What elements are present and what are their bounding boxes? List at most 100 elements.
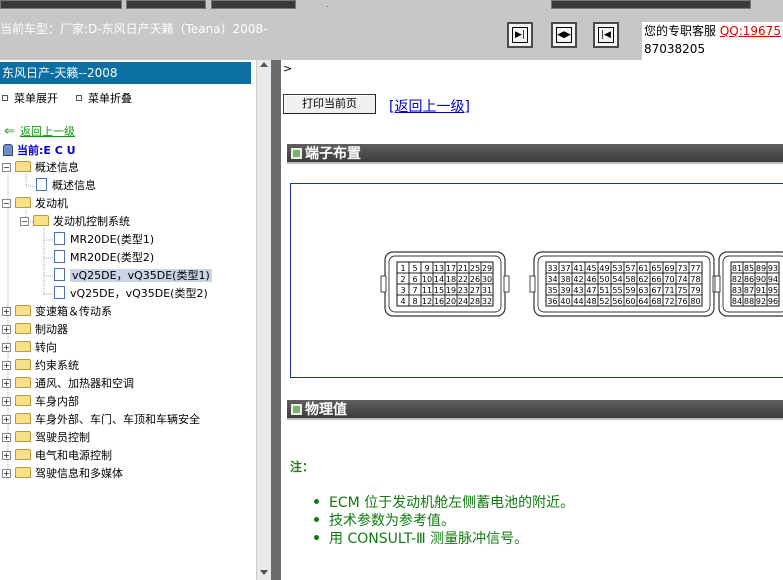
tree-node-mr20de-2[interactable]: MR20DE(类型2) bbox=[54, 250, 154, 268]
pin-number: 43 bbox=[573, 286, 583, 295]
expand-toggle-icon[interactable]: + bbox=[2, 415, 11, 424]
tree-node-engine-control[interactable]: − 发动机控制系统 bbox=[20, 214, 130, 232]
pin-number: 47 bbox=[586, 286, 596, 295]
tree-node-transmission[interactable]: + 变速箱＆传动系 bbox=[2, 304, 112, 322]
qq-link[interactable]: QQ:19675 bbox=[720, 24, 781, 38]
scroll-up-arrow-icon[interactable] bbox=[260, 62, 268, 67]
tree-node-interior[interactable]: + 车身内部 bbox=[2, 394, 79, 412]
tree-node-vq-type1-selected[interactable]: vQ25DE，vQ35DE(类型1) bbox=[54, 268, 212, 286]
top-tab-5[interactable] bbox=[755, 0, 783, 9]
expand-toggle-icon[interactable]: + bbox=[2, 397, 11, 406]
tree-node-steering[interactable]: + 转向 bbox=[2, 340, 57, 358]
pin-number: 37 bbox=[560, 264, 570, 273]
section-header-physical-values: 物理值 bbox=[287, 400, 783, 420]
pin-number: 14 bbox=[434, 275, 444, 284]
customer-service-box: 您的专职客服 QQ:19675 87038205 bbox=[642, 22, 783, 60]
pin-number: 85 bbox=[744, 264, 754, 273]
expand-both-icon: ◀▶ bbox=[556, 27, 572, 43]
pin-number: 8 bbox=[412, 297, 417, 306]
pin-number: 88 bbox=[744, 297, 754, 306]
top-tab-4[interactable] bbox=[551, 0, 751, 9]
pin-number: 61 bbox=[638, 264, 648, 273]
tree-node-infotainment[interactable]: + 驾驶信息和多媒体 bbox=[2, 466, 123, 484]
last-page-button[interactable]: |◀ bbox=[593, 22, 619, 48]
expand-toggle-icon[interactable]: + bbox=[2, 469, 11, 478]
pin-number: 72 bbox=[664, 297, 674, 306]
tree-node-vq-type2[interactable]: vQ25DE，vQ35DE(类型2) bbox=[54, 286, 208, 304]
top-tab-3[interactable] bbox=[211, 0, 296, 9]
panel-splitter[interactable] bbox=[271, 60, 281, 580]
pin-number: 11 bbox=[422, 286, 432, 295]
pin-number: 25 bbox=[470, 264, 480, 273]
top-tab-1[interactable] bbox=[0, 0, 122, 9]
tree-node-engine[interactable]: − 发动机 bbox=[2, 196, 68, 214]
pin-number: 44 bbox=[573, 297, 583, 306]
scroll-down-arrow-icon[interactable] bbox=[260, 570, 268, 575]
print-page-button[interactable]: 打印当前页 bbox=[283, 94, 376, 114]
collapse-toggle-icon[interactable]: − bbox=[2, 199, 11, 208]
tree-node-label: vQ25DE，vQ35DE(类型2) bbox=[70, 287, 208, 300]
tree-node-mr20de-1[interactable]: MR20DE(类型1) bbox=[54, 232, 154, 250]
note-text: 技术参数为参考值。 bbox=[329, 513, 455, 529]
pin-number: 55 bbox=[612, 286, 622, 295]
back-upper-link[interactable]: [返回上一级] bbox=[389, 96, 470, 116]
section-title: 物理值 bbox=[305, 402, 347, 418]
pin-number: 60 bbox=[625, 297, 635, 306]
note-text: 用 CONSULT-Ⅲ 测量脉冲信号。 bbox=[329, 531, 529, 547]
pin-number: 56 bbox=[612, 297, 622, 306]
pin-number: 7 bbox=[412, 286, 417, 295]
first-page-button[interactable]: ▶| bbox=[507, 22, 533, 48]
pin-number: 16 bbox=[434, 297, 444, 306]
pin-number: 10 bbox=[422, 275, 432, 284]
bullet-icon bbox=[314, 499, 319, 504]
pin-number: 46 bbox=[586, 275, 596, 284]
pin-number: 73 bbox=[677, 264, 687, 273]
pin-number: 17 bbox=[446, 264, 456, 273]
collapse-toggle-icon[interactable]: − bbox=[20, 217, 29, 226]
expand-toggle-icon[interactable]: + bbox=[2, 307, 11, 316]
expand-toggle-icon[interactable]: + bbox=[2, 325, 11, 334]
document-icon bbox=[54, 268, 65, 281]
tree-node-label: 转向 bbox=[35, 341, 57, 354]
stray-symbol: > bbox=[283, 62, 293, 75]
pin-number: 33 bbox=[547, 264, 557, 273]
tree-node-label: MR20DE(类型2) bbox=[70, 251, 155, 264]
tree-node-overview[interactable]: − 概述信息 bbox=[2, 160, 79, 178]
tree-node-electrical[interactable]: + 电气和电源控制 bbox=[2, 448, 112, 466]
tree-node-driver-control[interactable]: + 驾驶员控制 bbox=[2, 430, 90, 448]
ecm-connector-1: 1 5 9 13 17 21 25 292 6 10 14 18 22 26 303 7 11 15 19 23 27 3… bbox=[380, 251, 510, 317]
pin-number: 86 bbox=[744, 275, 754, 284]
top-tab-2[interactable] bbox=[126, 0, 206, 9]
pin-number: 69 bbox=[664, 264, 674, 273]
pin-number: 67 bbox=[651, 286, 661, 295]
pin-number: 15 bbox=[434, 286, 444, 295]
tree-node-label: 变速箱＆传动系 bbox=[35, 305, 112, 318]
tree-node-overview-child[interactable]: 概述信息 bbox=[36, 178, 96, 196]
tree-node-label: 发动机控制系统 bbox=[53, 215, 130, 228]
pin-number: 42 bbox=[573, 275, 583, 284]
folder-open-icon bbox=[15, 197, 31, 208]
pin-number: 32 bbox=[482, 297, 492, 306]
tree-node-restraint[interactable]: + 约束系统 bbox=[2, 358, 79, 376]
left-panel-scrollbar[interactable] bbox=[256, 60, 271, 580]
pin-number: 22 bbox=[458, 275, 468, 284]
tree-node-hvac[interactable]: + 通风、加热器和空调 bbox=[2, 376, 134, 394]
pin-number: 83 bbox=[732, 286, 742, 295]
connector-diagram: 1 5 9 13 17 21 25 29 2 6 10 14 18 22 26 30 3 7 11 15 19 23 27 3… bbox=[290, 183, 783, 378]
service-label: 您的专职客服 bbox=[644, 24, 717, 38]
expand-toggle-icon[interactable]: + bbox=[2, 343, 11, 352]
tree-node-brake[interactable]: + 制动器 bbox=[2, 322, 68, 340]
tree-node-label: 车身内部 bbox=[35, 395, 79, 408]
expand-toggle-icon[interactable]: + bbox=[2, 451, 11, 460]
expand-toggle-icon[interactable]: + bbox=[2, 361, 11, 370]
collapse-toggle-icon[interactable]: − bbox=[2, 163, 11, 172]
pin-number: 76 bbox=[677, 297, 687, 306]
expand-both-button[interactable]: ◀▶ bbox=[551, 22, 577, 48]
pin-number: 77 bbox=[690, 264, 700, 273]
folder-icon bbox=[15, 395, 31, 406]
expand-toggle-icon[interactable]: + bbox=[2, 379, 11, 388]
folder-icon bbox=[15, 377, 31, 388]
folder-icon bbox=[15, 359, 31, 370]
tree-node-exterior[interactable]: + 车身外部、车门、车顶和车辆安全 bbox=[2, 412, 200, 430]
expand-toggle-icon[interactable]: + bbox=[2, 433, 11, 442]
